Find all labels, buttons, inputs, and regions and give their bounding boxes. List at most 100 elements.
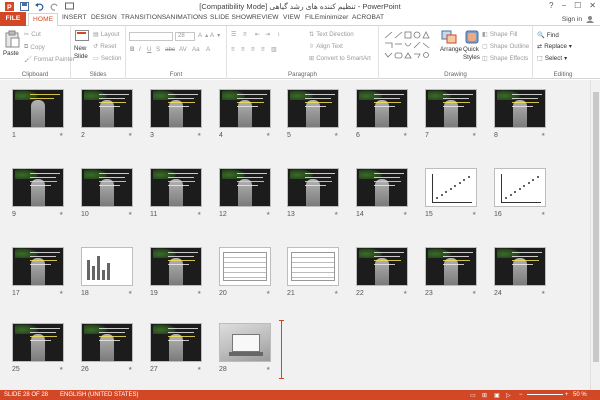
align-text-button[interactable]: ⇳ Align Text xyxy=(309,43,343,50)
quick-styles-button[interactable]: Quick xyxy=(463,46,479,53)
replace-button[interactable]: ⇄ Replace ▾ xyxy=(537,43,572,50)
slide-sorter-view-icon[interactable]: ⊞ xyxy=(482,392,487,399)
bold-icon[interactable]: B xyxy=(130,46,134,53)
slide-thumbnail[interactable] xyxy=(81,323,133,362)
layout-button[interactable]: ▤ Layout xyxy=(93,31,119,38)
transition-star-icon[interactable]: ★ xyxy=(59,133,63,138)
slide-thumbnail[interactable] xyxy=(287,168,339,207)
select-button[interactable]: ⬚ Select ▾ xyxy=(537,55,567,62)
transition-star-icon[interactable]: ★ xyxy=(266,291,270,296)
columns-icon[interactable]: ▥ xyxy=(271,46,277,53)
tab-slide-show[interactable]: SLIDE SHOW xyxy=(210,14,252,26)
slide-thumbnail[interactable] xyxy=(425,247,477,286)
slide-thumbnail[interactable] xyxy=(287,247,339,286)
shape-outline-button[interactable]: ▢ Shape Outline xyxy=(482,43,529,50)
sign-in[interactable]: Sign in xyxy=(562,15,594,23)
transition-star-icon[interactable]: ★ xyxy=(334,291,338,296)
slideshow-view-icon[interactable]: ▷ xyxy=(506,392,511,399)
line-spacing-icon[interactable]: ↕ xyxy=(277,31,280,38)
tab-design[interactable]: DESIGN xyxy=(91,14,117,26)
tab-view[interactable]: VIEW xyxy=(283,14,300,26)
italic-icon[interactable]: I xyxy=(139,46,141,53)
slide-thumbnail[interactable] xyxy=(81,168,133,207)
transition-star-icon[interactable]: ★ xyxy=(541,291,545,296)
slide-thumbnail[interactable] xyxy=(12,323,64,362)
slide-thumbnail[interactable] xyxy=(356,247,408,286)
transition-star-icon[interactable]: ★ xyxy=(541,212,545,217)
slide-thumbnail[interactable] xyxy=(219,247,271,286)
font-size-field[interactable]: 28 xyxy=(175,32,195,41)
tab-review[interactable]: REVIEW xyxy=(252,14,279,26)
slide-thumbnail[interactable] xyxy=(356,89,408,128)
transition-star-icon[interactable]: ★ xyxy=(59,367,63,372)
tab-fileminimizer[interactable]: FILEminimizer xyxy=(305,14,348,26)
reset-button[interactable]: ↺ Reset xyxy=(93,43,116,50)
tab-file[interactable]: FILE xyxy=(0,12,26,26)
new-slide-button-line2[interactable]: Slide xyxy=(74,53,88,60)
slide-thumbnail[interactable] xyxy=(12,89,64,128)
transition-star-icon[interactable]: ★ xyxy=(197,212,201,217)
transition-star-icon[interactable]: ★ xyxy=(266,212,270,217)
transition-star-icon[interactable]: ★ xyxy=(128,133,132,138)
slide-sorter[interactable]: 1 ★ 2 ★ 3 ★ 4 ★ 5 ★ 6 ★ 7 ★ 8 ★ 9 ★ 10 ★ 11 ★ 12 ★ 13 ★ 14 ★ 15 ★ 16 ★ 1… xyxy=(0,80,590,390)
maximize-button[interactable]: ☐ xyxy=(574,1,581,10)
arrange-icon[interactable] xyxy=(441,30,457,46)
slide-thumbnail[interactable] xyxy=(12,168,64,207)
cut-button[interactable]: ✂ Cut xyxy=(24,31,41,38)
font-name-field[interactable] xyxy=(129,32,173,41)
zoom-slider[interactable] xyxy=(527,394,563,395)
slide-thumbnail[interactable] xyxy=(494,89,546,128)
transition-star-icon[interactable]: ★ xyxy=(334,212,338,217)
minimize-button[interactable]: − xyxy=(561,1,566,10)
help-button[interactable]: ? xyxy=(549,1,553,10)
transition-star-icon[interactable]: ★ xyxy=(472,133,476,138)
bullets-icon[interactable]: ☰ xyxy=(231,31,237,38)
convert-smartart-button[interactable]: ⊞ Convert to SmartArt xyxy=(309,55,371,62)
tab-transitions[interactable]: TRANSITIONS xyxy=(121,14,166,26)
numbering-icon[interactable]: ≡ xyxy=(243,31,247,38)
slide-thumbnail[interactable] xyxy=(81,89,133,128)
transition-star-icon[interactable]: ★ xyxy=(334,133,338,138)
slide-thumbnail[interactable] xyxy=(494,168,546,207)
shape-fill-button[interactable]: ◧ Shape Fill xyxy=(482,31,517,38)
slide-thumbnail[interactable] xyxy=(219,323,271,362)
shrink-font-icon[interactable]: A ▼ xyxy=(210,32,221,39)
slide-thumbnail[interactable] xyxy=(494,247,546,286)
quick-styles-icon[interactable] xyxy=(465,30,479,46)
transition-star-icon[interactable]: ★ xyxy=(472,291,476,296)
change-case-icon[interactable]: Aa xyxy=(192,46,200,53)
normal-view-icon[interactable]: ▭ xyxy=(470,392,476,399)
underline-icon[interactable]: U xyxy=(147,46,151,53)
transition-star-icon[interactable]: ★ xyxy=(59,291,63,296)
align-right-icon[interactable]: ≡ xyxy=(251,46,255,53)
transition-star-icon[interactable]: ★ xyxy=(266,133,270,138)
transition-star-icon[interactable]: ★ xyxy=(128,367,132,372)
paste-button[interactable]: Paste xyxy=(3,50,19,57)
text-direction-button[interactable]: ⇅ Text Direction xyxy=(309,31,354,38)
transition-star-icon[interactable]: ★ xyxy=(128,291,132,296)
format-painter-button[interactable]: 🖌 Format Painter xyxy=(24,55,75,64)
arrange-button[interactable]: Arrange xyxy=(440,46,462,53)
transition-star-icon[interactable]: ★ xyxy=(541,133,545,138)
transition-star-icon[interactable]: ★ xyxy=(197,291,201,296)
new-slide-button[interactable]: New xyxy=(74,45,86,52)
slide-thumbnail[interactable] xyxy=(219,89,271,128)
align-center-icon[interactable]: ≡ xyxy=(241,46,245,53)
slide-thumbnail[interactable] xyxy=(150,323,202,362)
sign-in-label[interactable]: Sign in xyxy=(562,16,582,23)
slide-thumbnail[interactable] xyxy=(150,247,202,286)
transition-star-icon[interactable]: ★ xyxy=(197,133,201,138)
slide-thumbnail[interactable] xyxy=(12,247,64,286)
increase-indent-icon[interactable]: ⇥ xyxy=(265,31,270,38)
slide-thumbnail[interactable] xyxy=(425,168,477,207)
align-left-icon[interactable]: ≡ xyxy=(231,46,235,53)
transition-star-icon[interactable]: ★ xyxy=(197,367,201,372)
tab-home[interactable]: HOME xyxy=(28,13,59,27)
tab-acrobat[interactable]: ACROBAT xyxy=(352,14,384,26)
transition-star-icon[interactable]: ★ xyxy=(59,212,63,217)
tab-insert[interactable]: INSERT xyxy=(62,14,87,26)
close-button[interactable]: ✕ xyxy=(589,1,596,10)
shadow-icon[interactable]: S xyxy=(156,46,160,53)
justify-icon[interactable]: ≡ xyxy=(261,46,265,53)
zoom-in-icon[interactable]: + xyxy=(565,392,569,398)
